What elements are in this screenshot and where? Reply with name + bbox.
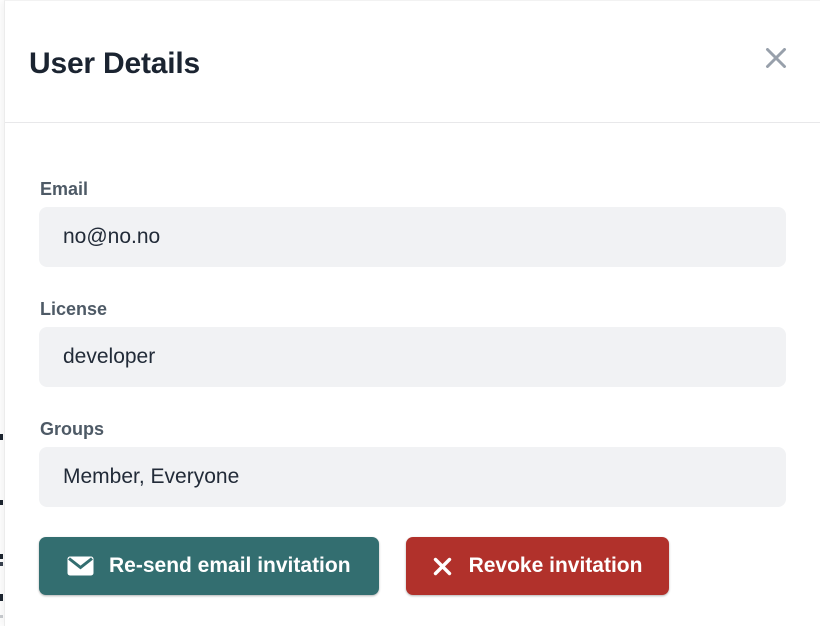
resend-button-label: Re-send email invitation	[109, 554, 351, 578]
close-button[interactable]	[761, 43, 791, 73]
modal-header: User Details	[5, 1, 820, 122]
screen: User Details Email License Groups	[0, 0, 820, 626]
modal-body: Email License Groups	[5, 123, 820, 595]
groups-label: Groups	[39, 417, 786, 441]
user-details-modal: User Details Email License Groups	[4, 0, 820, 626]
background-artifact	[0, 554, 3, 559]
revoke-invitation-button[interactable]: Revoke invitation	[406, 537, 670, 595]
field-groups: Groups	[39, 417, 786, 507]
license-field[interactable]	[39, 327, 786, 387]
revoke-button-label: Revoke invitation	[469, 554, 643, 578]
background-artifact	[0, 434, 3, 440]
modal-title: User Details	[29, 47, 200, 81]
background-artifact	[0, 562, 3, 566]
field-email: Email	[39, 177, 786, 267]
email-field[interactable]	[39, 207, 786, 267]
background-artifact	[0, 615, 3, 618]
groups-field[interactable]	[39, 447, 786, 507]
resend-invitation-button[interactable]: Re-send email invitation	[39, 537, 379, 595]
license-label: License	[39, 297, 786, 321]
close-x-icon	[765, 48, 787, 68]
action-buttons-row: Re-send email invitation Revoke invitati…	[39, 537, 786, 595]
x-icon	[433, 557, 452, 576]
envelope-icon	[67, 556, 94, 576]
background-artifact	[0, 594, 3, 601]
email-label: Email	[39, 177, 786, 201]
background-artifact	[0, 500, 3, 505]
field-license: License	[39, 297, 786, 387]
